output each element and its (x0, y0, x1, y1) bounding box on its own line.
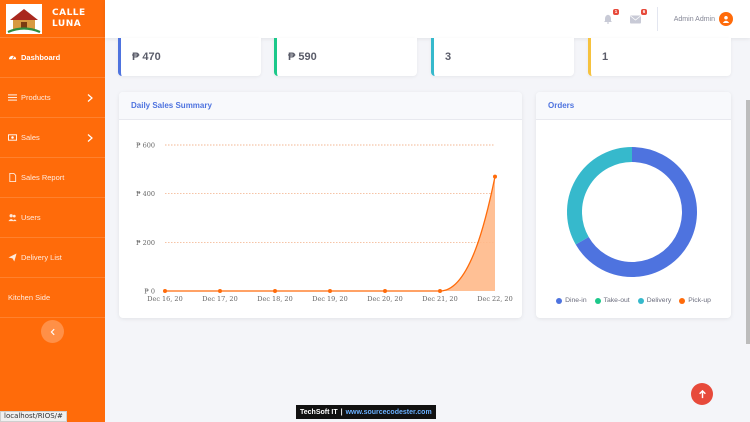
legend-label: Dine-in (565, 297, 587, 304)
topbar: 1 6 Admin Admin (105, 0, 750, 38)
data-point (493, 174, 497, 179)
stat-card-4: 1 (588, 38, 731, 76)
sidebar-item-label: Delivery List (21, 253, 62, 262)
data-point (163, 289, 167, 293)
watermark-banner: TechSoft IT | www.sourcecodester.com (296, 405, 436, 419)
chevron-right-icon (87, 94, 93, 102)
user-icon (722, 16, 730, 23)
sidebar-item-delivery-list[interactable]: Delivery List (0, 238, 105, 278)
scroll-to-top-button[interactable] (691, 383, 713, 405)
x-tick-label: Dec 16, 20 (147, 295, 182, 303)
chevron-right-icon (87, 134, 93, 142)
legend-item-delivery[interactable]: Delivery (637, 297, 672, 304)
topbar-divider (656, 7, 658, 31)
sidebar-item-products[interactable]: Products (0, 78, 105, 118)
x-tick-label: Dec 20, 20 (367, 295, 402, 303)
sidebar-item-users[interactable]: Users (0, 198, 105, 238)
stat-card-2: ₱ 590 (274, 38, 417, 76)
legend-swatch (556, 297, 563, 304)
x-tick-label: Dec 17, 20 (202, 295, 237, 303)
x-tick-label: Dec 22, 20 (477, 295, 512, 303)
data-point (383, 289, 387, 293)
sidebar-item-label: Users (21, 213, 41, 222)
user-name[interactable]: Admin Admin (674, 16, 715, 23)
envelope-icon (630, 15, 642, 23)
page-scrollbar[interactable] (746, 100, 750, 344)
sidebar: CALLE LUNA Dashboard Products Sales Sale… (0, 0, 105, 422)
chevron-left-icon (50, 328, 55, 335)
legend-label: Pick-up (688, 297, 711, 304)
data-point (218, 289, 222, 293)
brand-text: CALLE LUNA (52, 7, 86, 29)
gauge-icon (8, 53, 17, 62)
orders-panel: Orders Dine-in Take-out Delivery Pick-up (536, 92, 731, 318)
x-tick-label: Dec 19, 20 (312, 295, 347, 303)
data-point (273, 289, 277, 293)
doughnut-slice (567, 147, 633, 245)
y-tick-label: ₱ 200 (136, 239, 155, 247)
bell-icon (603, 14, 612, 24)
daily-sales-panel: Daily Sales Summary ₱ 0 ₱ 200 ₱ 400 ₱ 600 De… (119, 92, 522, 318)
legend-swatch (594, 297, 601, 304)
legend-item-dine-in[interactable]: Dine-in (556, 297, 587, 304)
sidebar-item-label: Kitchen Side (8, 293, 51, 302)
alerts-button[interactable]: 1 (601, 9, 619, 26)
legend-item-take-out[interactable]: Take-out (594, 297, 630, 304)
list-icon (8, 93, 17, 102)
money-icon (8, 133, 17, 142)
messages-button[interactable]: 6 (629, 9, 647, 26)
avatar[interactable] (719, 12, 733, 26)
x-tick-label: Dec 18, 20 (257, 295, 292, 303)
legend-item-pick-up[interactable]: Pick-up (679, 297, 711, 304)
sidebar-item-label: Products (21, 93, 51, 102)
stat-value: ₱ 470 (132, 51, 161, 63)
watermark-separator: | (340, 408, 343, 416)
sidebar-item-label: Sales Report (21, 173, 65, 182)
stat-value: 3 (445, 51, 452, 63)
y-tick-label: ₱ 400 (136, 190, 155, 198)
orders-doughnut-chart (567, 147, 697, 277)
users-icon (8, 213, 17, 222)
stat-value: ₱ 590 (288, 51, 317, 63)
sidebar-item-dashboard[interactable]: Dashboard (0, 38, 105, 78)
sidebar-toggle-button[interactable] (41, 320, 64, 343)
legend-label: Delivery (646, 297, 672, 304)
orders-title: Orders (536, 92, 731, 120)
legend-label: Take-out (603, 297, 630, 304)
data-point (328, 289, 332, 293)
sidebar-item-sales[interactable]: Sales (0, 118, 105, 158)
legend-swatch (637, 297, 644, 304)
sidebar-item-label: Dashboard (21, 53, 61, 62)
stat-card-1: ₱ 470 (118, 38, 261, 76)
stat-card-3: 3 (431, 38, 574, 76)
data-point (438, 289, 442, 293)
calle-luna-logo (6, 3, 42, 34)
legend-swatch (679, 297, 686, 304)
x-tick-label: Dec 21, 20 (422, 295, 457, 303)
sidebar-item-sales-report[interactable]: Sales Report (0, 158, 105, 198)
daily-sales-chart: ₱ 0₱ 200₱ 400₱ 600Dec 16, 20 Dec 17, 20 De… (136, 142, 513, 304)
file-icon (8, 173, 17, 182)
daily-sales-title: Daily Sales Summary (119, 92, 522, 120)
y-tick-label: ₱ 600 (136, 142, 155, 150)
send-icon (8, 253, 17, 262)
stat-value: 1 (602, 51, 609, 63)
alerts-count-badge: 1 (613, 9, 619, 15)
brand[interactable]: CALLE LUNA (0, 0, 105, 38)
status-url: localhost/RIOS/# (0, 411, 67, 422)
arrow-up-icon (698, 389, 706, 398)
messages-count-badge: 6 (641, 9, 647, 15)
watermark-brand: TechSoft IT (300, 408, 338, 416)
watermark-url[interactable]: www.sourcecodester.com (346, 409, 432, 416)
sidebar-item-label: Sales (21, 133, 40, 142)
sidebar-item-kitchen-side[interactable]: Kitchen Side (0, 278, 105, 318)
orders-legend: Dine-in Take-out Delivery Pick-up (536, 297, 731, 304)
